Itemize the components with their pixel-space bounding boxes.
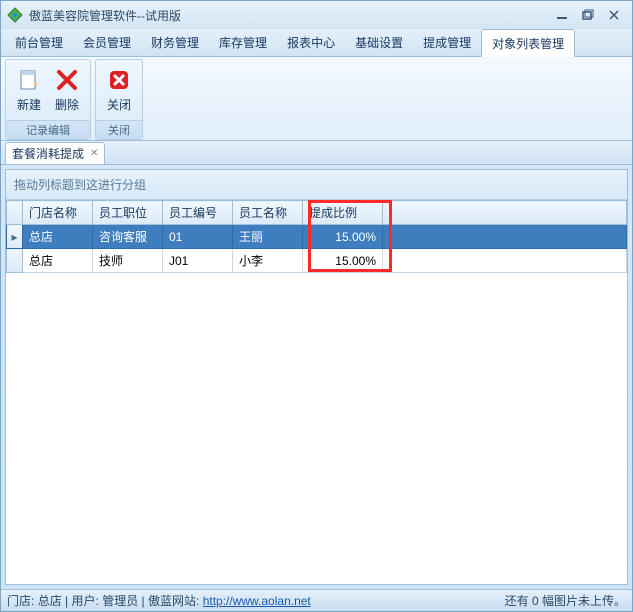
menu-inventory[interactable]: 库存管理 — [209, 29, 277, 56]
app-logo-icon — [7, 7, 23, 23]
menu-member[interactable]: 会员管理 — [73, 29, 141, 56]
cell-ratio[interactable]: 15.00% — [303, 225, 383, 249]
new-icon — [17, 68, 41, 92]
ribbon: 新建 删除 记录编辑 关闭 关闭 — [1, 57, 632, 141]
menubar: 前台管理 会员管理 财务管理 库存管理 报表中心 基础设置 提成管理 对象列表管… — [1, 29, 632, 57]
col-ratio[interactable]: 提成比例 — [303, 201, 383, 225]
tab-close-icon[interactable]: ✕ — [90, 148, 98, 159]
status-user: 管理员 — [102, 592, 138, 609]
group-hint[interactable]: 拖动列标题到这进行分组 — [6, 170, 627, 200]
status-user-label: 用户: — [72, 592, 99, 609]
close-tab-button[interactable]: 关闭 — [100, 64, 138, 116]
ribbon-group-edit: 新建 删除 记录编辑 — [5, 59, 91, 140]
cell-store[interactable]: 总店 — [23, 225, 93, 249]
delete-button[interactable]: 删除 — [48, 64, 86, 116]
new-button[interactable]: 新建 — [10, 64, 48, 116]
menu-frontdesk[interactable]: 前台管理 — [5, 29, 73, 56]
menu-commission[interactable]: 提成管理 — [413, 29, 481, 56]
row-indicator: ▸ — [7, 225, 23, 249]
cell-name[interactable]: 王丽 — [233, 225, 303, 249]
cell-position[interactable]: 技师 — [93, 249, 163, 273]
ribbon-group-close: 关闭 关闭 — [95, 59, 143, 140]
tabstrip: 套餐消耗提成 ✕ — [1, 141, 632, 165]
cell-ratio[interactable]: 15.00% — [303, 249, 383, 273]
menu-settings[interactable]: 基础设置 — [345, 29, 413, 56]
cell-code[interactable]: J01 — [163, 249, 233, 273]
status-store: 总店 — [38, 592, 62, 609]
menu-reports[interactable]: 报表中心 — [277, 29, 345, 56]
cell-position[interactable]: 咨询客服 — [93, 225, 163, 249]
col-name[interactable]: 员工名称 — [233, 201, 303, 225]
window-title: 傲蓝美容院管理软件--试用版 — [29, 7, 548, 24]
content-panel: 拖动列标题到这进行分组 门店名称 员工职位 员工编号 员工名称 提成比例 ▸总店… — [5, 169, 628, 585]
col-store[interactable]: 门店名称 — [23, 201, 93, 225]
status-site-link[interactable]: http://www.aolan.net — [203, 594, 311, 608]
cell-store[interactable]: 总店 — [23, 249, 93, 273]
row-indicator — [7, 249, 23, 273]
status-upload: 还有 0 幅图片未上传。 — [505, 592, 626, 609]
tab-package-commission[interactable]: 套餐消耗提成 ✕ — [5, 142, 105, 164]
statusbar: 门店: 总店 | 用户: 管理员 | 傲蓝网站: http://www.aola… — [1, 589, 632, 611]
row-header-corner — [7, 201, 23, 225]
col-position[interactable]: 员工职位 — [93, 201, 163, 225]
titlebar: 傲蓝美容院管理软件--试用版 — [1, 1, 632, 29]
table-row[interactable]: ▸总店咨询客服01王丽15.00% — [7, 225, 627, 249]
restore-button[interactable] — [576, 7, 600, 23]
cell-name[interactable]: 小李 — [233, 249, 303, 273]
table-row[interactable]: 总店技师J01小李15.00% — [7, 249, 627, 273]
status-store-label: 门店: — [7, 592, 34, 609]
col-spacer — [383, 201, 627, 225]
minimize-button[interactable] — [550, 7, 574, 23]
menu-object-list[interactable]: 对象列表管理 — [481, 29, 575, 57]
close-button[interactable] — [602, 7, 626, 23]
menu-finance[interactable]: 财务管理 — [141, 29, 209, 56]
close-icon — [107, 68, 131, 92]
delete-icon — [55, 68, 79, 92]
status-site-label: 傲蓝网站: — [148, 592, 199, 609]
grid[interactable]: 门店名称 员工职位 员工编号 员工名称 提成比例 ▸总店咨询客服01王丽15.0… — [6, 200, 627, 584]
cell-code[interactable]: 01 — [163, 225, 233, 249]
col-code[interactable]: 员工编号 — [163, 201, 233, 225]
